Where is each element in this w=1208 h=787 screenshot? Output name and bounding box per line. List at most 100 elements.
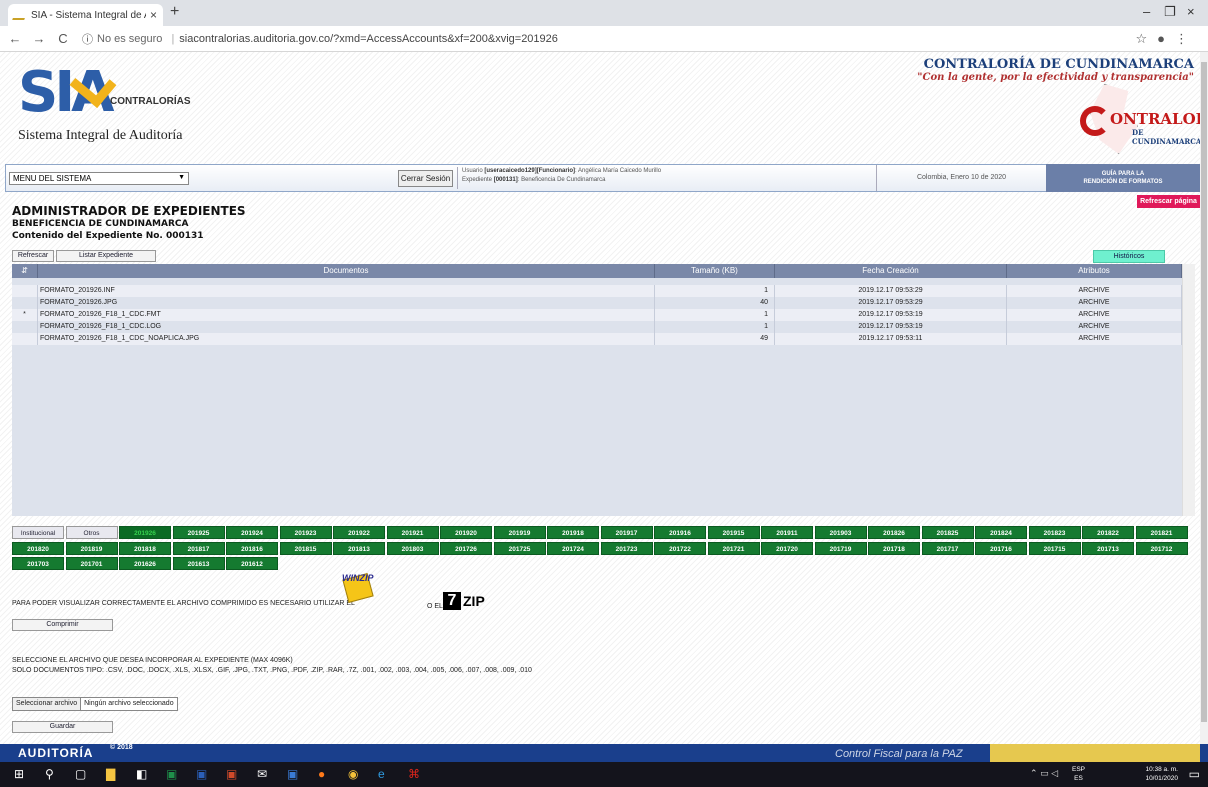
period-tab[interactable]: 201826	[868, 526, 920, 539]
guide-button[interactable]: GUÍA PARA LA RENDICIÓN DE FORMATOS	[1046, 164, 1200, 192]
period-tab[interactable]: 201917	[600, 526, 653, 539]
url-text[interactable]: siacontralorias.auditoria.gov.co/?xmd=Ac…	[179, 33, 558, 45]
back-icon[interactable]: ←	[6, 31, 24, 46]
powerpoint-icon[interactable]: ▣	[226, 767, 237, 781]
period-tab[interactable]: 201803	[386, 541, 439, 555]
period-tab[interactable]: 201722	[654, 541, 706, 555]
table-scrollbar[interactable]	[1182, 264, 1195, 516]
period-tab[interactable]: 201717	[921, 541, 974, 555]
page-scrollbar[interactable]	[1200, 52, 1208, 744]
window-close-icon[interactable]: ×	[1187, 4, 1195, 19]
history-button[interactable]: Históricos	[1093, 250, 1165, 263]
period-tab[interactable]: 201816	[226, 541, 278, 555]
file-name[interactable]: FORMATO_201926.JPG	[38, 297, 655, 309]
logout-button[interactable]: Cerrar Sesión	[398, 170, 453, 187]
url-field[interactable]: ⓘ No es seguro | siacontralorias.auditor…	[82, 29, 558, 49]
save-button[interactable]: Guardar	[12, 721, 113, 733]
system-menu-select[interactable]: MENU DEL SISTEMA ▼	[9, 172, 189, 185]
edge-icon[interactable]: e	[378, 767, 385, 781]
choose-file-button[interactable]: Seleccionar archivo	[13, 698, 82, 710]
period-tab[interactable]: 201824	[975, 526, 1027, 539]
period-tab[interactable]: 201721	[707, 541, 760, 555]
period-tab[interactable]: 201716	[975, 541, 1027, 555]
file-name[interactable]: FORMATO_201926_F18_1_CDC_NOAPLICA.JPG	[38, 333, 655, 345]
column-date[interactable]: Fecha Creación	[775, 264, 1007, 278]
new-tab-button[interactable]: +	[170, 3, 179, 21]
file-name[interactable]: FORMATO_201926_F18_1_CDC.FMT	[38, 309, 655, 321]
windows-start-icon[interactable]: ⊞	[14, 767, 24, 781]
browser-tab[interactable]: SIA - Sistema Integral de Auditor ×	[8, 4, 163, 26]
period-tab[interactable]: 201815	[279, 541, 332, 555]
period-tab[interactable]: 201817	[172, 541, 225, 555]
file-input[interactable]: Seleccionar archivo Ningún archivo selec…	[12, 697, 178, 711]
period-tab[interactable]: 201818	[119, 541, 171, 555]
table-row[interactable]: FORMATO_201926.JPG 40 2019.12.17 09:53:2…	[12, 297, 1182, 309]
reload-icon[interactable]: C	[54, 31, 72, 46]
period-tab[interactable]: 201921	[386, 526, 439, 539]
period-tab[interactable]: 201924	[226, 526, 278, 539]
list-expediente-button[interactable]: Listar Expediente	[56, 250, 156, 262]
file-explorer-icon[interactable]: ▇	[106, 767, 115, 781]
period-tab[interactable]: 201926	[119, 526, 171, 539]
compress-button[interactable]: Comprimir	[12, 619, 113, 631]
forward-icon[interactable]: →	[30, 31, 48, 46]
period-tab[interactable]: 201726	[440, 541, 492, 555]
table-row[interactable]: FORMATO_201926_F18_1_CDC.LOG 1 2019.12.1…	[12, 321, 1182, 333]
period-tab[interactable]: 201719	[814, 541, 867, 555]
browser-menu-icon[interactable]: ⋮	[1175, 31, 1198, 46]
period-tab[interactable]: 201718	[868, 541, 920, 555]
page-scrollbar-thumb[interactable]	[1201, 62, 1207, 722]
period-tab[interactable]: 201919	[493, 526, 546, 539]
word-icon[interactable]: ▣	[196, 767, 207, 781]
column-documents[interactable]: Documentos	[38, 264, 655, 278]
store-icon[interactable]: ◧	[136, 767, 147, 781]
column-size[interactable]: Tamaño (KB)	[655, 264, 775, 278]
task-view-icon[interactable]: ▢	[75, 767, 86, 781]
file-name[interactable]: FORMATO_201926_F18_1_CDC.LOG	[38, 321, 655, 333]
period-tab[interactable]: 201923	[279, 526, 332, 539]
period-tab[interactable]: 201920	[440, 526, 492, 539]
system-tray-icons[interactable]: ⌃ ▭ ◁	[1030, 768, 1058, 779]
period-tab[interactable]: 201820	[12, 541, 64, 555]
period-tab[interactable]: 201723	[600, 541, 653, 555]
info-icon[interactable]: ⓘ	[82, 31, 93, 47]
minimize-icon[interactable]: –	[1143, 4, 1150, 19]
refresh-button[interactable]: Refrescar	[12, 250, 54, 262]
period-tab[interactable]: 201715	[1028, 541, 1081, 555]
period-tab[interactable]: 201813	[333, 541, 385, 555]
period-tab[interactable]: 201821	[1135, 526, 1188, 539]
period-tab[interactable]: 201825	[921, 526, 974, 539]
close-tab-icon[interactable]: ×	[150, 8, 157, 22]
search-icon[interactable]: ⚲	[45, 767, 54, 781]
period-tab[interactable]: 201911	[761, 526, 813, 539]
period-tab[interactable]: 201925	[172, 526, 225, 539]
language-indicator[interactable]: ESP ES	[1072, 765, 1085, 783]
period-tab[interactable]: 201822	[1082, 526, 1134, 539]
period-tab[interactable]: 201724	[547, 541, 599, 555]
table-row[interactable]: FORMATO_201926_F18_1_CDC_NOAPLICA.JPG 49…	[12, 333, 1182, 345]
table-row[interactable]: * FORMATO_201926_F18_1_CDC.FMT 1 2019.12…	[12, 309, 1182, 321]
period-tab[interactable]: 201819	[65, 541, 118, 555]
table-row[interactable]: FORMATO_201926.INF 1 2019.12.17 09:53:29…	[12, 285, 1182, 297]
chrome-icon[interactable]: ◉	[348, 767, 358, 781]
period-tab[interactable]: 201922	[333, 526, 385, 539]
period-tab[interactable]: 201725	[493, 541, 546, 555]
file-name[interactable]: FORMATO_201926.INF	[38, 285, 655, 297]
column-attributes[interactable]: Atributos	[1007, 264, 1182, 278]
clock[interactable]: 10:38 a. m. 10/01/2020	[1145, 765, 1178, 783]
period-tab[interactable]: Otros	[65, 526, 118, 539]
refresh-page-button[interactable]: Refrescar página	[1137, 195, 1200, 208]
firefox-icon[interactable]: ●	[318, 767, 325, 781]
bookmark-star-icon[interactable]: ☆	[1135, 31, 1157, 46]
period-tab[interactable]: 201823	[1028, 526, 1081, 539]
period-tab[interactable]: 201915	[707, 526, 760, 539]
mail-icon[interactable]: ✉	[257, 767, 267, 781]
select-all-icon[interactable]: ⇵	[12, 264, 38, 278]
maximize-icon[interactable]: ❐	[1164, 4, 1176, 20]
period-tab[interactable]: 201903	[814, 526, 867, 539]
period-tab[interactable]: 201916	[654, 526, 706, 539]
notifications-icon[interactable]: ▭	[1189, 767, 1200, 781]
period-tab[interactable]: 201918	[547, 526, 599, 539]
profile-icon[interactable]: ●	[1157, 31, 1175, 46]
period-tab[interactable]: 201720	[761, 541, 813, 555]
